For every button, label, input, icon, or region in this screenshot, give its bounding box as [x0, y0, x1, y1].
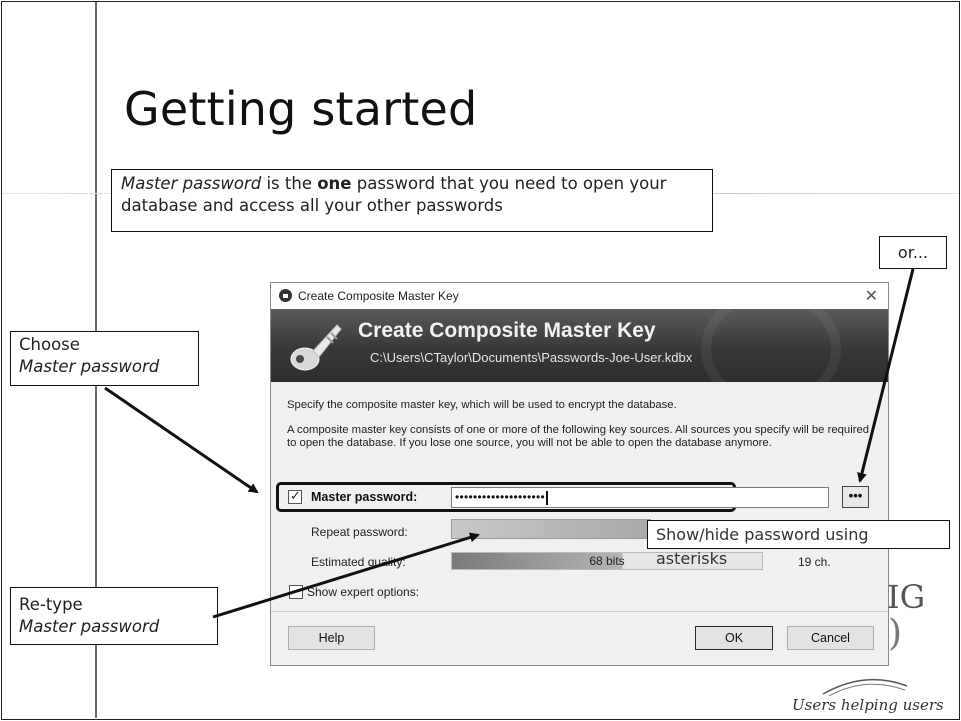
retype-line-2: Master password [19, 617, 160, 636]
close-icon[interactable]: ✕ [865, 286, 878, 306]
lock-icon [279, 289, 292, 302]
repeat-password-label: Repeat password: [311, 525, 408, 539]
repeat-password-input[interactable] [451, 519, 651, 539]
check-icon: ✓ [290, 488, 301, 503]
cancel-button[interactable]: Cancel [787, 626, 874, 650]
master-password-value: •••••••••••••••••••• [455, 490, 546, 504]
banner-title: Create Composite Master Key [358, 319, 656, 342]
character-count: 19 ch. [798, 555, 831, 569]
dialog-separator [271, 611, 888, 612]
expert-options-label: Show expert options: [307, 585, 420, 599]
intro-term: Master password [121, 174, 262, 193]
dialog-window-title: Create Composite Master Key [298, 289, 459, 303]
master-password-label: Master password: [311, 490, 418, 504]
choose-callout: Choose Master password [10, 331, 199, 386]
choose-line-2: Master password [19, 357, 160, 376]
show-hide-tooltip: Show/hide password using asterisks [647, 520, 950, 568]
intro-emphasis: one [317, 174, 352, 193]
dialog-banner: Create Composite Master Key C:\Users\CTa… [271, 309, 888, 382]
retype-line-1: Re-type [19, 595, 83, 614]
dialog-titlebar: Create Composite Master Key ✕ [271, 283, 888, 309]
slide-title: Getting started [124, 82, 478, 136]
master-password-checkbox[interactable]: ✓ [288, 488, 302, 504]
master-password-input[interactable]: •••••••••••••••••••• [451, 487, 829, 508]
ok-button[interactable]: OK [695, 626, 773, 650]
banner-decoration [701, 309, 841, 382]
logo-swoosh [822, 678, 908, 697]
or-callout: or... [879, 236, 947, 269]
dialog-description-1: Specify the composite master key, which … [287, 399, 677, 411]
help-button[interactable]: Help [288, 626, 375, 650]
dialog-description-2: A composite master key consists of one o… [287, 424, 870, 449]
choose-line-1: Choose [19, 335, 80, 354]
show-hide-password-button[interactable]: ••• [842, 486, 869, 508]
retype-callout: Re-type Master password [10, 587, 218, 645]
estimated-quality-label: Estimated quality: [311, 555, 406, 569]
logo-mark: IG [887, 578, 926, 616]
key-icon [290, 324, 342, 371]
intro-callout: Master password is the one password that… [111, 169, 713, 232]
logo-bracket: ) [888, 613, 903, 654]
logo-tagline: Users helping users [792, 696, 944, 714]
composite-key-dialog: Create Composite Master Key ✕ Create Com… [270, 282, 889, 666]
text-caret [546, 490, 549, 505]
banner-file-path: C:\Users\CTaylor\Documents\Passwords-Joe… [370, 350, 693, 365]
intro-text-a: is the [261, 174, 318, 193]
expert-options-checkbox[interactable] [289, 585, 303, 599]
